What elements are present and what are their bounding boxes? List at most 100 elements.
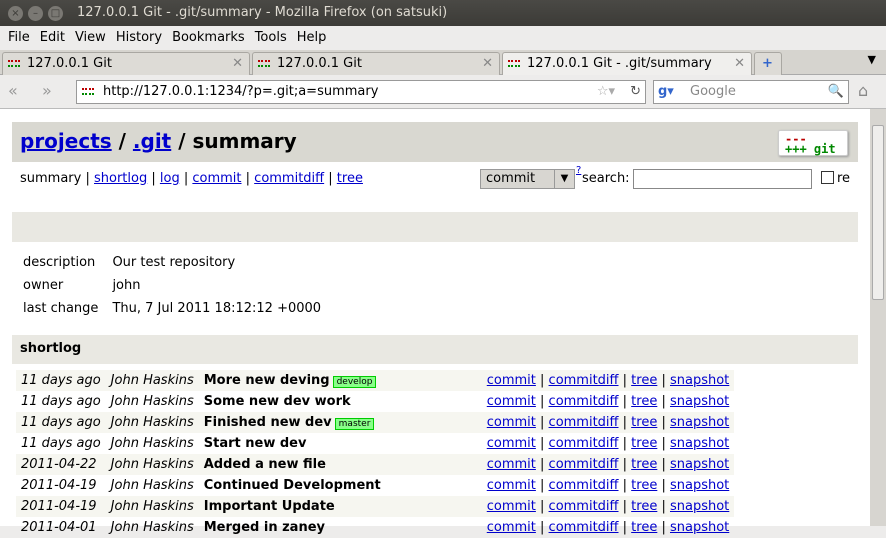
commit-subject[interactable]: More new deving develop: [199, 370, 482, 391]
title-band: [12, 212, 858, 242]
commit-link[interactable]: commit: [487, 478, 536, 493]
tree-link[interactable]: tree: [631, 394, 657, 409]
regex-checkbox[interactable]: [821, 171, 834, 184]
commitdiff-link[interactable]: commitdiff: [549, 373, 619, 388]
subject-text: More new deving: [203, 373, 330, 388]
search-type-select[interactable]: commit ▼: [480, 169, 575, 189]
snapshot-link[interactable]: snapshot: [670, 478, 729, 493]
commit-age: 11 days ago: [21, 436, 101, 451]
branch-tag[interactable]: develop: [332, 376, 377, 388]
new-tab-button[interactable]: +: [754, 52, 782, 75]
menu-bookmarks[interactable]: Bookmarks: [172, 30, 245, 45]
tab-list-icon[interactable]: ▼: [868, 53, 876, 66]
commit-link[interactable]: commit: [487, 499, 536, 514]
search-engine-box[interactable]: g▾ Google 🔍: [653, 80, 849, 104]
shortlog-heading[interactable]: shortlog: [12, 335, 858, 364]
snapshot-link[interactable]: snapshot: [670, 520, 729, 535]
commit-subject[interactable]: Merged in zaney: [199, 517, 482, 538]
commit-link[interactable]: commit: [487, 373, 536, 388]
snapshot-link[interactable]: snapshot: [670, 394, 729, 409]
snapshot-link[interactable]: snapshot: [670, 436, 729, 451]
git-logo[interactable]: --- +++ git: [778, 130, 848, 156]
close-tab-icon[interactable]: ✕: [734, 53, 745, 74]
commit-link[interactable]: commit: [487, 520, 536, 535]
menu-file[interactable]: File: [8, 30, 30, 45]
commit-age: 11 days ago: [21, 394, 101, 409]
tree-link[interactable]: tree: [631, 436, 657, 451]
tree-link[interactable]: tree: [631, 520, 657, 535]
commitdiff-link[interactable]: commitdiff: [549, 499, 619, 514]
nav-commitdiff[interactable]: commitdiff: [254, 171, 324, 186]
commit-subject[interactable]: Important Update: [199, 496, 482, 517]
snapshot-link[interactable]: snapshot: [670, 373, 729, 388]
commit-subject[interactable]: Finished new dev master: [199, 412, 482, 433]
nav-log[interactable]: log: [160, 171, 180, 186]
logo-text: git: [813, 142, 836, 156]
snapshot-link[interactable]: snapshot: [670, 457, 729, 472]
commit-links: commit | commitdiff | tree | snapshot: [486, 478, 730, 493]
snapshot-link[interactable]: snapshot: [670, 415, 729, 430]
commit-age: 2011-04-19: [21, 499, 97, 514]
commit-author: John Haskins: [110, 478, 194, 493]
close-tab-icon[interactable]: ✕: [482, 53, 493, 74]
home-icon[interactable]: ⌂: [858, 81, 868, 100]
maximize-window-icon[interactable]: □: [48, 6, 63, 21]
subject-text: Important Update: [203, 499, 335, 514]
google-icon[interactable]: g▾: [658, 81, 674, 103]
forward-icon[interactable]: »: [42, 81, 52, 100]
commit-link[interactable]: commit: [487, 415, 536, 430]
commit-link[interactable]: commit: [487, 457, 536, 472]
reload-icon[interactable]: ↻: [630, 81, 641, 103]
commitdiff-link[interactable]: commitdiff: [549, 457, 619, 472]
commitdiff-link[interactable]: commitdiff: [549, 478, 619, 493]
subject-text: Start new dev: [203, 436, 307, 451]
projects-link[interactable]: projects: [20, 129, 112, 153]
nav-shortlog[interactable]: shortlog: [94, 171, 147, 186]
commitdiff-link[interactable]: commitdiff: [549, 394, 619, 409]
commit-subject[interactable]: Added a new file: [199, 454, 482, 475]
menu-view[interactable]: View: [75, 30, 106, 45]
commit-subject[interactable]: Start new dev: [199, 433, 482, 454]
tree-link[interactable]: tree: [631, 415, 657, 430]
commitdiff-link[interactable]: commitdiff: [549, 436, 619, 451]
tab-2[interactable]: 127.0.0.1 Git ✕: [252, 52, 500, 75]
commit-subject[interactable]: Continued Development: [199, 475, 482, 496]
commit-subject[interactable]: Some new dev work: [199, 391, 482, 412]
table-row: 2011-04-22 John Haskins Added a new file co…: [16, 454, 735, 475]
repo-link[interactable]: .git: [133, 129, 171, 153]
nav-commit[interactable]: commit: [192, 171, 241, 186]
commit-link[interactable]: commit: [487, 394, 536, 409]
menu-help[interactable]: Help: [297, 30, 327, 45]
vertical-scrollbar[interactable]: [870, 109, 886, 526]
commit-link[interactable]: commit: [487, 436, 536, 451]
tree-link[interactable]: tree: [631, 373, 657, 388]
menu-edit[interactable]: Edit: [40, 30, 65, 45]
search-help-link[interactable]: ?: [576, 165, 581, 176]
close-window-icon[interactable]: ×: [8, 6, 23, 21]
tab-3-active[interactable]: 127.0.0.1 Git - .git/summary ✕: [502, 52, 752, 76]
menu-tools[interactable]: Tools: [255, 30, 287, 45]
commitdiff-link[interactable]: commitdiff: [549, 520, 619, 535]
nav-tree[interactable]: tree: [337, 171, 363, 186]
header-action: / summary: [171, 129, 297, 153]
branch-tag[interactable]: master: [334, 418, 375, 430]
commit-links: commit | commitdiff | tree | snapshot: [486, 394, 730, 409]
commitdiff-link[interactable]: commitdiff: [549, 415, 619, 430]
url-bar[interactable]: http://127.0.0.1:1234/?p=.git;a=summary …: [76, 80, 646, 104]
tab-1[interactable]: 127.0.0.1 Git ✕: [2, 52, 250, 75]
search-input[interactable]: [633, 169, 812, 189]
minimize-window-icon[interactable]: –: [28, 6, 43, 21]
close-tab-icon[interactable]: ✕: [232, 53, 243, 74]
bookmark-star-icon[interactable]: ☆▾: [597, 81, 615, 103]
tree-link[interactable]: tree: [631, 457, 657, 472]
snapshot-link[interactable]: snapshot: [670, 499, 729, 514]
menu-history[interactable]: History: [116, 30, 162, 45]
commit-age: 2011-04-01: [21, 520, 97, 535]
commit-author: John Haskins: [110, 436, 194, 451]
search-magnifier-icon[interactable]: 🔍: [828, 81, 844, 103]
tree-link[interactable]: tree: [631, 478, 657, 493]
scrollbar-thumb[interactable]: [872, 125, 884, 300]
tree-link[interactable]: tree: [631, 499, 657, 514]
tab-label: 127.0.0.1 Git: [27, 56, 112, 71]
back-icon[interactable]: «: [8, 81, 18, 100]
